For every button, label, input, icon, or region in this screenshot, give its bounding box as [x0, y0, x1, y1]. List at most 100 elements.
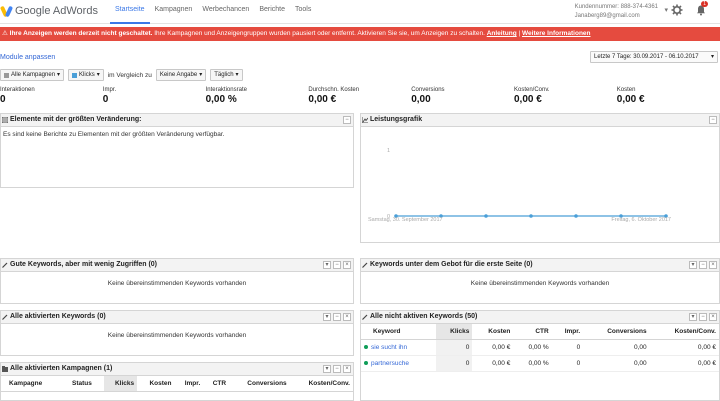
col-cost-per-conversion[interactable]: Kosten/Conv. [649, 324, 719, 340]
close-button[interactable]: × [343, 261, 351, 269]
col-clicks[interactable]: Klicks [103, 376, 138, 392]
data-point[interactable] [529, 214, 533, 218]
nav-tab-tools[interactable]: Tools [290, 0, 316, 24]
col-cost-per-conversion[interactable]: Kosten/Conv. [289, 376, 353, 392]
chart-icon [362, 117, 368, 123]
col-ctr[interactable]: CTR [203, 376, 230, 392]
customize-modules-link[interactable]: Module anpassen [0, 54, 55, 61]
chart-controls: Alle Kampagnen ▾ Klicks ▾ im Vergleich z… [0, 69, 243, 81]
account-info[interactable]: Kundennummer: 888-374-4361 Janaberg89@gm… [575, 3, 658, 21]
minimize-button[interactable]: − [333, 313, 341, 321]
panel-empty-message: Keine übereinstimmenden Keywords vorhand… [470, 280, 610, 287]
notification-count-badge: 1 [701, 1, 708, 7]
gear-icon[interactable] [671, 4, 683, 16]
minimize-button[interactable]: − [699, 261, 707, 269]
stat-impressions: Impr. 0 [103, 86, 206, 108]
stat-label: Durchschn. Kosten [308, 87, 360, 93]
keyword-cell[interactable]: sie sucht ihn [361, 339, 436, 356]
logo-text: Google AdWords [15, 5, 98, 17]
col-conversions[interactable]: Conversions [583, 324, 650, 340]
col-status[interactable]: Status [69, 376, 104, 392]
nav-tab-reports[interactable]: Berichte [254, 0, 290, 24]
customer-id: Kundennummer: 888-374-4361 [574, 4, 658, 10]
panel-active-campaigns: Alle aktivierten Kampagnen (1) ▾ − × Kam… [0, 362, 354, 401]
panel-header: Alle aktivierten Keywords (0) ▾ − × [1, 311, 353, 324]
close-button[interactable]: × [709, 261, 717, 269]
data-point[interactable] [574, 214, 578, 218]
panel-title: Gute Keywords, aber mit wenig Zugriffen … [10, 261, 158, 268]
alert-guide-link[interactable]: Anleitung [487, 30, 517, 37]
stat-value: 0 [0, 94, 6, 105]
x-tick-start: Samstag, 30. September 2017 [368, 217, 443, 223]
col-impressions[interactable]: Impr. [551, 324, 584, 340]
ctr-cell: 0,00 % [513, 355, 552, 372]
panel-empty-message: Es sind keine Berichte zu Elementen mit … [3, 131, 225, 138]
conversions-cell: 0,00 [583, 355, 650, 372]
period-value: Täglich [214, 72, 234, 78]
col-ctr[interactable]: CTR [513, 324, 552, 340]
chevron-down-icon: ▾ [199, 72, 203, 78]
alert-text: Ihre Kampagnen und Anzeigengruppen wurde… [154, 30, 485, 37]
cost-per-conversion-cell: 0,00 € [649, 339, 719, 356]
keyword-text: sie sucht ihn [371, 344, 408, 351]
campaign-filter-value: Alle Kampagnen [11, 72, 56, 78]
col-cost[interactable]: Kosten [472, 324, 514, 340]
close-button[interactable]: × [343, 365, 351, 373]
panel-title: Keywords unter dem Gebot für die erste S… [370, 261, 533, 268]
performance-line-chart: 01 Samstag, 30. September 2017 Freitag, … [366, 132, 716, 227]
panel-header: Keywords unter dem Gebot für die erste S… [361, 259, 719, 272]
minimize-button[interactable]: − [699, 313, 707, 321]
main-nav: Startseite Kampagnen Werbechancen Berich… [110, 0, 316, 24]
compare-label: im Vergleich zu [107, 71, 152, 79]
adwords-logo[interactable]: Google AdWords [0, 4, 98, 18]
keyword-cell[interactable]: partnersuche [361, 355, 436, 372]
dropdown-button[interactable]: ▾ [689, 261, 697, 269]
col-cost[interactable]: Kosten [137, 376, 175, 392]
date-range-chevron-down-icon: ▾ [710, 54, 714, 60]
minimize-button[interactable]: − [709, 116, 717, 124]
stat-label: Impr. [102, 87, 117, 93]
dropdown-button[interactable]: ▾ [689, 313, 697, 321]
minimize-button[interactable]: − [333, 261, 341, 269]
dropdown-button[interactable]: ▾ [323, 261, 331, 269]
nav-tab-opportunities[interactable]: Werbechancen [197, 0, 254, 24]
minimize-button[interactable]: − [333, 365, 341, 373]
close-button[interactable]: × [343, 313, 351, 321]
panel-title: Alle nicht aktiven Keywords (50) [370, 313, 478, 320]
alert-more-info-link[interactable]: Weitere Informationen [522, 30, 591, 37]
table-row: partnersuche 0 0,00 € 0,00 % 0 0,00 0,00… [361, 355, 719, 372]
col-clicks[interactable]: Klicks [435, 324, 473, 340]
date-range-selector[interactable]: Letzte 7 Tage: 30.09.2017 - 06.10.2017 ▾ [590, 51, 718, 63]
cost-cell: 0,00 € [472, 339, 514, 356]
col-conversions[interactable]: Conversions [229, 376, 290, 392]
dropdown-button[interactable]: ▾ [323, 313, 331, 321]
clicks-cell: 0 [435, 339, 473, 356]
minimize-button[interactable]: − [343, 116, 351, 124]
data-point[interactable] [484, 214, 488, 218]
ctr-cell: 0,00 % [513, 339, 552, 356]
nav-tab-home[interactable]: Startseite [110, 0, 150, 24]
col-impressions[interactable]: Impr. [174, 376, 204, 392]
panel-keywords-below-bid: Keywords unter dem Gebot für die erste S… [360, 258, 720, 304]
metric-swatch-icon [72, 72, 78, 78]
metric-dropdown[interactable]: Klicks ▾ [68, 69, 104, 81]
pencil-icon [2, 262, 8, 268]
col-campaign[interactable]: Kampagne [1, 376, 69, 392]
dropdown-button[interactable]: ▾ [323, 365, 331, 373]
period-dropdown[interactable]: Täglich ▾ [210, 69, 243, 81]
chevron-down-icon: ▾ [96, 72, 100, 78]
panel-empty-message: Keine übereinstimmenden Keywords vorhand… [107, 332, 247, 339]
campaign-swatch-icon [4, 72, 9, 78]
stat-label: Interaktionen [0, 87, 35, 93]
close-button[interactable]: × [709, 313, 717, 321]
stat-label: Kosten/Conv. [513, 87, 550, 93]
col-keyword[interactable]: Keyword [361, 324, 436, 340]
compare-dropdown[interactable]: Keine Angabe ▾ [155, 69, 207, 81]
nav-tab-campaigns[interactable]: Kampagnen [150, 0, 198, 24]
campaign-filter-dropdown[interactable]: Alle Kampagnen ▾ [0, 69, 65, 81]
panel-empty-message: Keine übereinstimmenden Keywords vorhand… [107, 280, 247, 287]
account-chevron-down-icon[interactable]: ▾ [664, 6, 668, 14]
date-range-text: Letzte 7 Tage: 30.09.2017 - 06.10.2017 [594, 54, 699, 60]
conversions-cell: 0,00 [583, 339, 650, 356]
stat-label: Conversions [411, 87, 445, 93]
